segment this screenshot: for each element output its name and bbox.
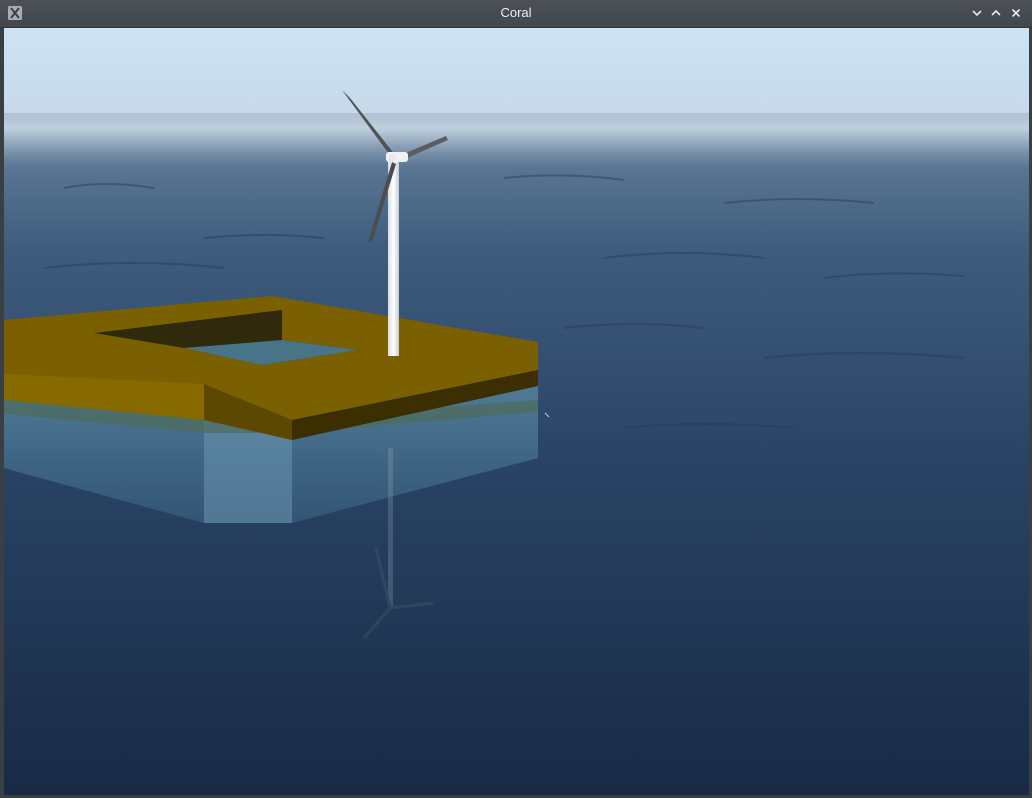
- 3d-viewport[interactable]: [4, 28, 1029, 795]
- minimize-button[interactable]: [968, 4, 986, 22]
- close-button[interactable]: [1007, 4, 1025, 22]
- ocean-scene: [4, 28, 1029, 795]
- close-icon: [1011, 8, 1021, 18]
- chevron-down-icon: [972, 10, 982, 17]
- maximize-button[interactable]: [987, 4, 1005, 22]
- app-window: Coral: [0, 0, 1032, 798]
- window-title: Coral: [500, 5, 532, 20]
- title-bar[interactable]: Coral: [0, 0, 1032, 28]
- chevron-up-icon: [991, 9, 1001, 16]
- wind-turbine-tower: [388, 160, 399, 356]
